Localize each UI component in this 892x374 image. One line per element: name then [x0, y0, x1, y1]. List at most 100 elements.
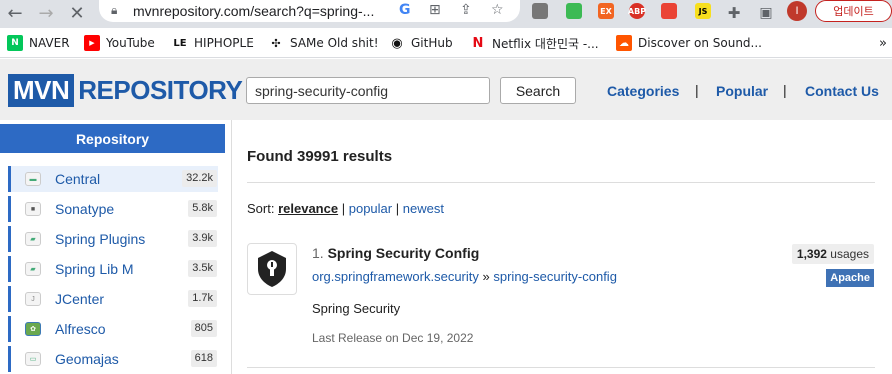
- nav-separator: |: [695, 82, 699, 98]
- repo-name: Spring Plugins: [55, 231, 146, 247]
- extension-red-icon[interactable]: [661, 3, 677, 19]
- bookmark-youtube[interactable]: ▶ YouTube: [84, 34, 155, 52]
- bookmark-hiphople[interactable]: LE HIPHOPLE: [172, 34, 254, 52]
- sort-separator: |: [395, 201, 400, 216]
- bookmark-label: NAVER: [29, 36, 70, 50]
- sort-label: Sort:: [247, 201, 275, 216]
- search-input[interactable]: [246, 77, 490, 104]
- netflix-icon: N: [470, 35, 486, 51]
- repo-name: Alfresco: [55, 321, 106, 337]
- adblock-plus-icon[interactable]: ABP: [628, 3, 646, 19]
- usages-badge[interactable]: 1,392 usages: [791, 244, 874, 264]
- side-panel-icon[interactable]: ▣: [755, 2, 777, 24]
- repo-name: Central: [55, 171, 101, 187]
- path-arrow: »: [482, 269, 490, 284]
- mvn-repository-logo[interactable]: MVN REPOSITORY: [8, 74, 243, 107]
- sort-bar: Sort: relevance | popular | newest: [247, 201, 444, 216]
- bookmark-netflix[interactable]: N Netflix 대한민국 -...: [470, 34, 599, 52]
- result-group-link[interactable]: org.springframework.security: [312, 269, 479, 284]
- extension-js-icon[interactable]: JS: [695, 3, 711, 19]
- sidebar-item-sonatype[interactable]: ■ Sonatype 5.8k: [8, 196, 218, 222]
- repo-count: 5.8k: [188, 200, 217, 217]
- translate-icon[interactable]: ⊞: [429, 2, 441, 18]
- bookmark-star-icon[interactable]: ☆: [491, 2, 504, 18]
- bookmark-same-old-shit[interactable]: ✣ SAMe Old shit!: [268, 34, 379, 52]
- search-button[interactable]: Search: [500, 77, 576, 104]
- google-icon[interactable]: G: [399, 2, 411, 18]
- central-icon: ▬: [25, 172, 41, 186]
- sort-relevance[interactable]: relevance: [278, 201, 338, 216]
- bookmark-label: Netflix 대한민국 -...: [492, 36, 599, 51]
- bookmark-label: GitHub: [411, 36, 453, 50]
- logo-mvn: MVN: [8, 74, 75, 107]
- search-result-item: 1. Spring Security Config org.springfram…: [247, 241, 877, 361]
- repo-count: 805: [190, 320, 217, 337]
- repository-sidebar: Repository ▬ Central 32.2k ■ Sonatype 5.…: [0, 120, 232, 374]
- result-number: 1.: [312, 245, 324, 261]
- bookmark-label: SAMe Old shit!: [290, 36, 379, 50]
- alfresco-icon: ✿: [25, 322, 41, 336]
- bookmark-github[interactable]: ◉ GitHub: [389, 34, 453, 52]
- profile-avatar[interactable]: I: [787, 1, 807, 21]
- divider: [247, 182, 875, 183]
- extensions-puzzle-icon[interactable]: ✚: [723, 2, 745, 24]
- sidebar-item-geomajas[interactable]: ▭ Geomajas 618: [8, 346, 218, 372]
- address-url[interactable]: mvnrepository.com/search?q=spring-...: [133, 3, 374, 19]
- nav-popular[interactable]: Popular: [716, 83, 768, 99]
- bookmark-label: Discover on Sound...: [638, 36, 762, 50]
- back-arrow-icon[interactable]: ←: [4, 2, 26, 24]
- repo-name: Geomajas: [55, 351, 119, 367]
- repo-count: 32.2k: [182, 170, 217, 187]
- forward-arrow-icon[interactable]: →: [35, 2, 57, 24]
- result-coordinates: org.springframework.security » spring-se…: [312, 269, 617, 284]
- divider: [247, 367, 875, 368]
- nav-categories[interactable]: Categories: [607, 83, 679, 99]
- geomajas-icon: ▭: [25, 352, 41, 366]
- usages-count: 1,392: [796, 247, 827, 261]
- bookmark-soundcloud[interactable]: ☁ Discover on Sound...: [616, 34, 762, 52]
- result-last-release: Last Release on Dec 19, 2022: [312, 331, 474, 345]
- result-title-text[interactable]: Spring Security Config: [328, 245, 480, 261]
- result-artifact-link[interactable]: spring-security-config: [493, 269, 617, 284]
- spring-security-shield-icon[interactable]: [247, 243, 297, 295]
- result-title[interactable]: 1. Spring Security Config: [312, 245, 479, 261]
- repo-name: Spring Lib M: [55, 261, 134, 277]
- results-count-heading: Found 39991 results: [247, 148, 393, 165]
- logo-repository: REPOSITORY: [78, 75, 243, 105]
- sidebar-title: Repository: [0, 124, 225, 153]
- sidebar-item-spring-lib-m[interactable]: ▰ Spring Lib M 3.5k: [8, 256, 218, 282]
- sidebar-item-central[interactable]: ▬ Central 32.2k: [8, 166, 218, 192]
- sidebar-item-jcenter[interactable]: J JCenter 1.7k: [8, 286, 218, 312]
- spring-plugins-icon: ▰: [25, 232, 41, 246]
- sort-newest[interactable]: newest: [403, 201, 444, 216]
- result-description: Spring Security: [312, 301, 401, 316]
- sonatype-icon: ■: [25, 202, 41, 216]
- browser-toolbar: ← → ✕ 🔒︎ mvnrepository.com/search?q=spri…: [0, 0, 892, 28]
- update-button[interactable]: 업데이트: [815, 0, 892, 22]
- more-bookmarks-icon[interactable]: »: [879, 34, 887, 52]
- address-bar[interactable]: 🔒︎ mvnrepository.com/search?q=spring-...…: [99, 0, 520, 22]
- bookmark-label: HIPHOPLE: [194, 36, 254, 50]
- extension-ex-icon[interactable]: EX: [598, 3, 614, 19]
- share-icon[interactable]: ⇪: [460, 2, 472, 18]
- extension-gray-icon[interactable]: [532, 3, 548, 19]
- nav-contact-us[interactable]: Contact Us: [805, 83, 879, 99]
- repo-name: Sonatype: [55, 201, 115, 217]
- lock-icon: 🔒︎: [111, 3, 118, 17]
- repo-name: JCenter: [55, 291, 105, 307]
- github-icon: ◉: [389, 35, 405, 51]
- stop-loading-icon[interactable]: ✕: [66, 2, 88, 24]
- spring-lib-m-icon: ▰: [25, 262, 41, 276]
- bookmark-naver[interactable]: N NAVER: [7, 34, 70, 52]
- hiphople-icon: LE: [172, 35, 188, 51]
- naver-icon: N: [7, 35, 23, 51]
- usages-label: usages: [830, 247, 869, 261]
- sort-popular[interactable]: popular: [349, 201, 392, 216]
- soundcloud-icon: ☁: [616, 35, 632, 51]
- license-badge: Apache: [826, 269, 874, 287]
- extension-green-icon[interactable]: [566, 3, 582, 19]
- same-old-shit-icon: ✣: [268, 35, 284, 51]
- sidebar-item-alfresco[interactable]: ✿ Alfresco 805: [8, 316, 218, 342]
- repo-count: 618: [190, 350, 217, 367]
- sidebar-item-spring-plugins[interactable]: ▰ Spring Plugins 3.9k: [8, 226, 218, 252]
